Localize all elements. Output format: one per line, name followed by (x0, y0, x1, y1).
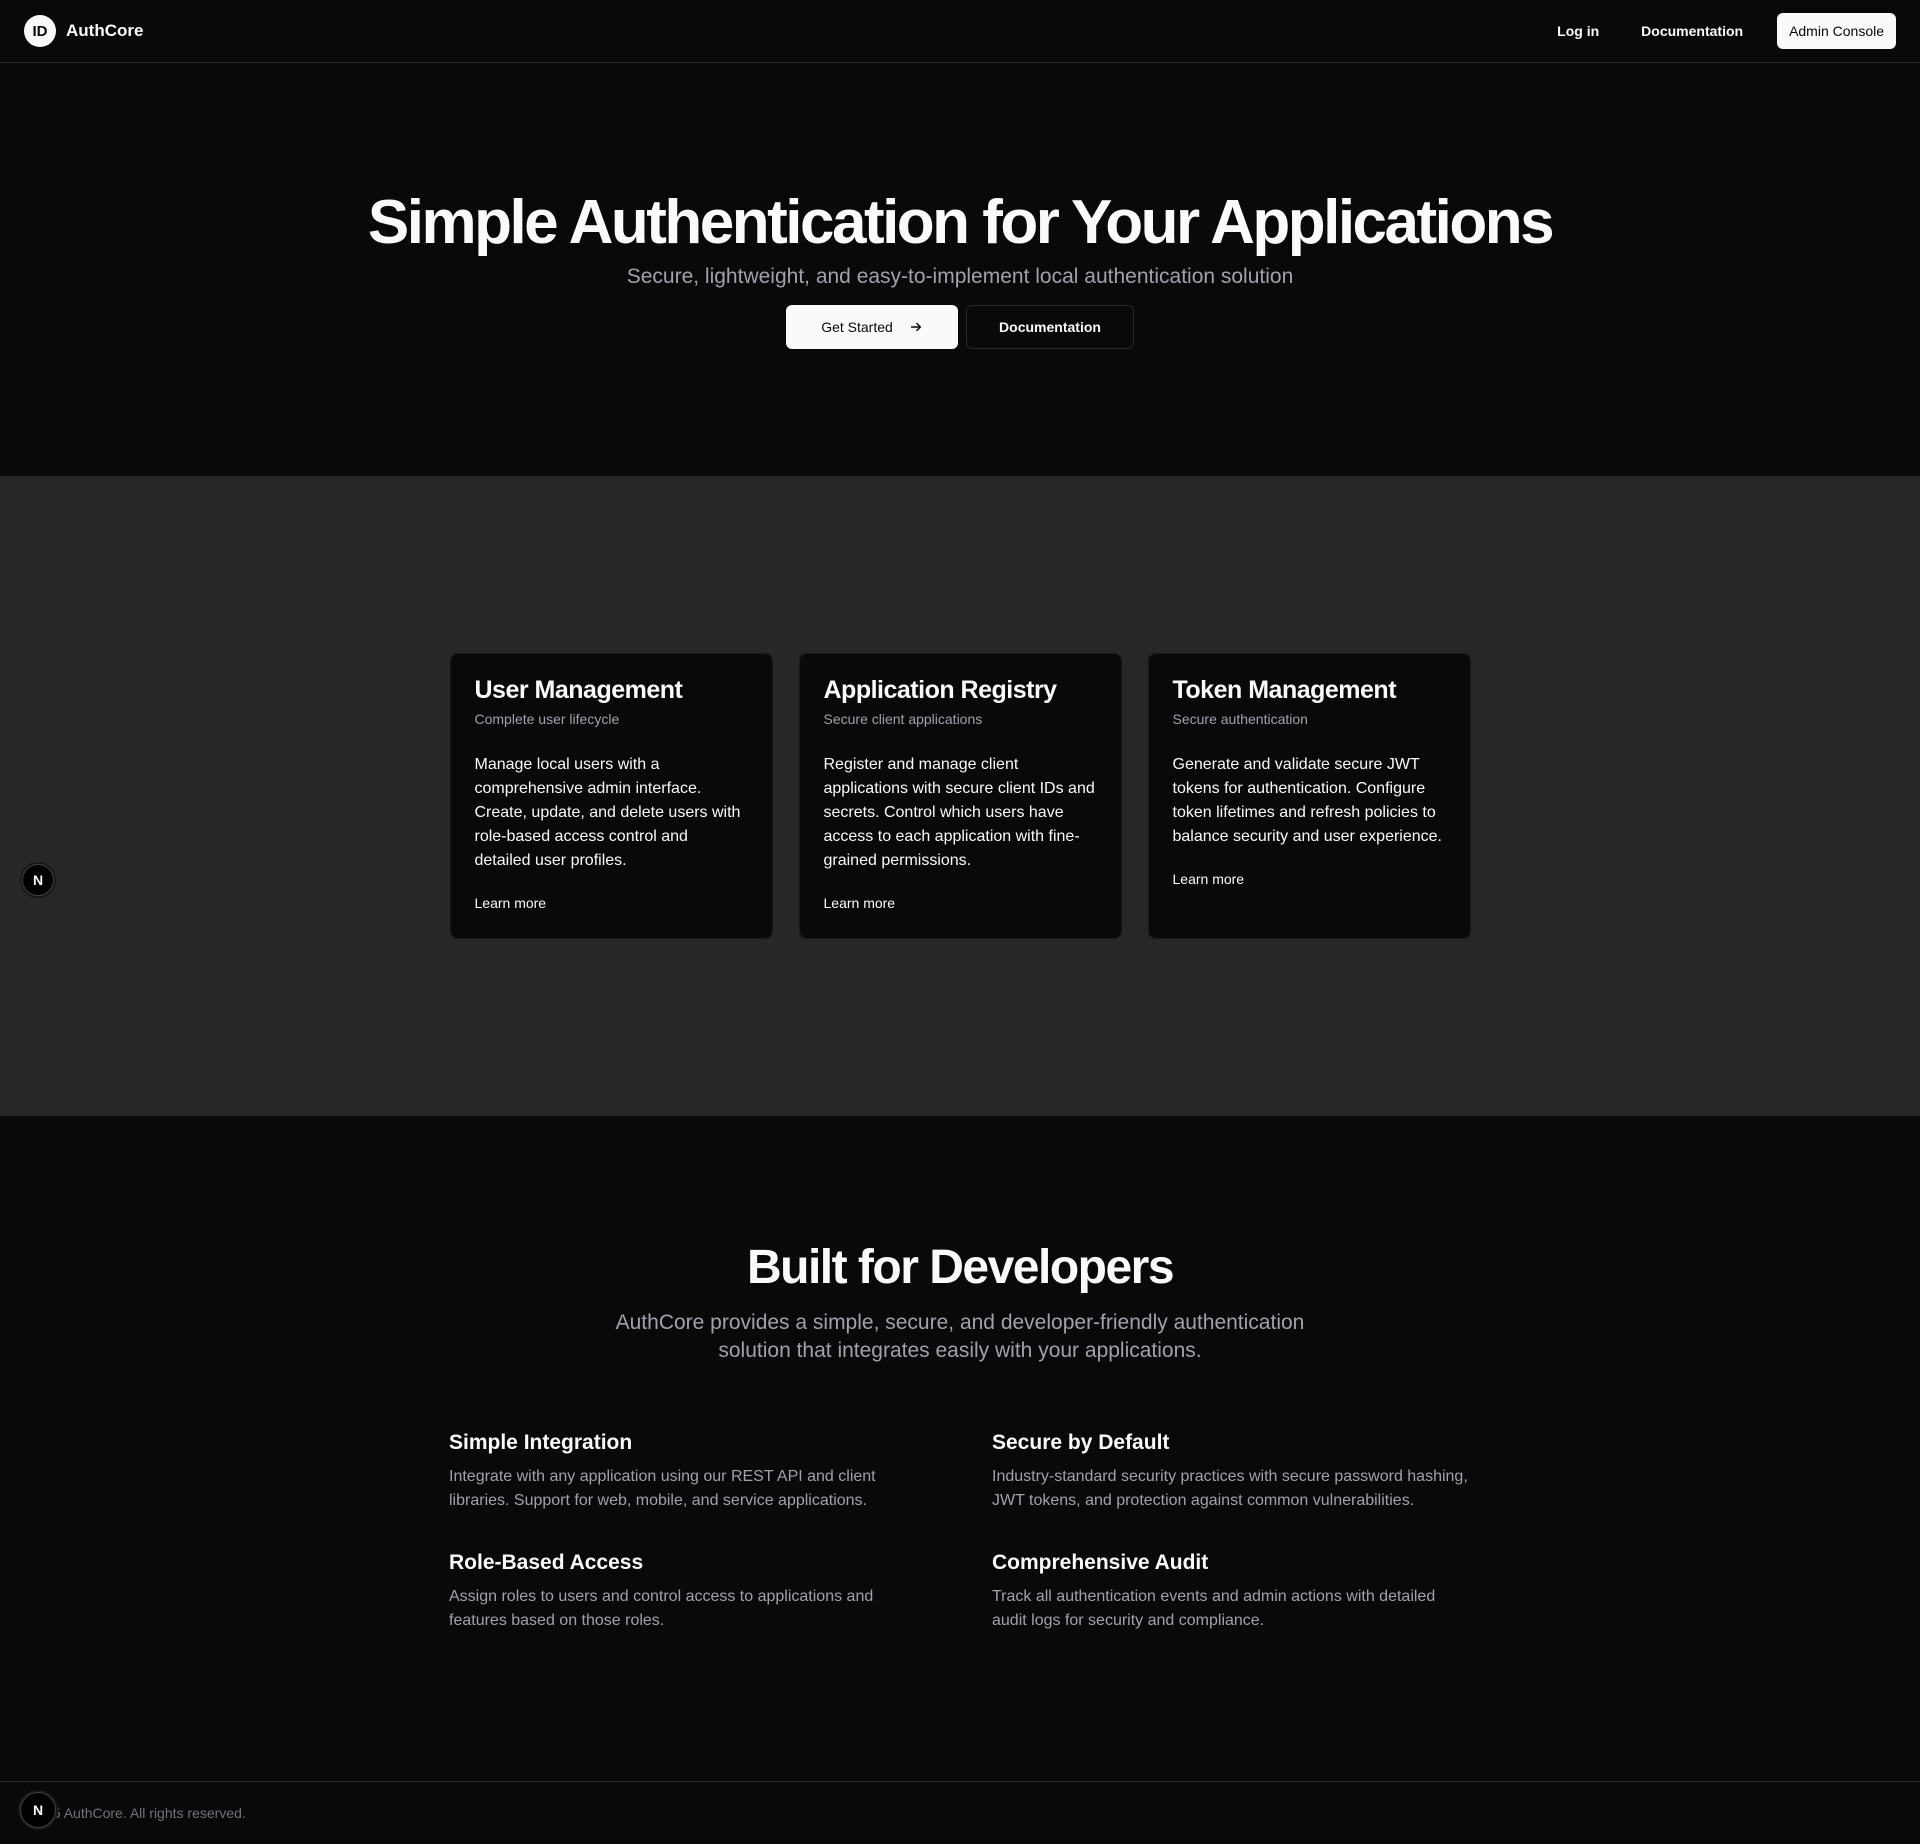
dev-item-body: Integrate with any application using our… (449, 1468, 876, 1509)
top-navbar: ID AuthCore Log in Documentation Admin C… (0, 0, 1920, 63)
dev-item-title: Simple Integration (449, 1431, 633, 1454)
arrow-right-icon (910, 322, 921, 332)
dev-item-title: Comprehensive Audit (992, 1551, 1209, 1574)
card-title: Application Registry (823, 676, 1058, 704)
learn-more-link[interactable]: Learn more (824, 895, 1097, 911)
dev-item-comprehensive-audit: Comprehensive Audit Track all authentica… (992, 1551, 1471, 1633)
feature-card-token-management: Token Management Secure authentication G… (1147, 653, 1471, 939)
get-started-button[interactable]: Get Started (786, 305, 958, 350)
learn-more-link[interactable]: Learn more (1173, 871, 1446, 887)
footer-copyright: 25 AuthCore. All rights reserved. (45, 1805, 246, 1821)
learn-more-link[interactable]: Learn more (475, 895, 748, 911)
hero-actions: Get Started Documentation (786, 305, 1134, 350)
card-title: Token Management (1172, 676, 1397, 704)
feature-card-application-registry: Application Registry Secure client appli… (798, 653, 1122, 939)
admin-console-button[interactable]: Admin Console (1777, 13, 1896, 49)
dev-item-simple-integration: Simple Integration Integrate with any ap… (449, 1431, 928, 1513)
developers-grid: Simple Integration Integrate with any ap… (449, 1431, 1471, 1633)
brand-logo-icon: ID (24, 15, 56, 47)
dev-item-body: Industry-standard security practices wit… (992, 1468, 1468, 1509)
dev-item-role-based-access: Role-Based Access Assign roles to users … (449, 1551, 928, 1633)
dev-item-secure-by-default: Secure by Default Industry-standard secu… (992, 1431, 1471, 1513)
developers-subtitle: AuthCore provides a simple, secure, and … (615, 1311, 1305, 1362)
top-nav: Log in Documentation Admin Console (1541, 13, 1896, 49)
feature-card-user-management: User Management Complete user lifecycle … (449, 653, 773, 939)
documentation-link[interactable]: Documentation (1625, 13, 1759, 49)
page: ID AuthCore Log in Documentation Admin C… (0, 0, 1920, 1844)
features-section: User Management Complete user lifecycle … (0, 476, 1920, 1116)
developers-section: Built for Developers AuthCore provides a… (0, 1116, 1920, 1781)
developers-title: Built for Developers (746, 1241, 1175, 1294)
hero-subtitle: Secure, lightweight, and easy-to-impleme… (626, 265, 1294, 289)
dev-item-body: Track all authentication events and admi… (992, 1588, 1436, 1629)
card-title: User Management (474, 676, 683, 704)
get-started-label: Get Started (821, 319, 893, 336)
card-description: Manage local users with a comprehensive … (474, 756, 741, 869)
dev-item-body: Assign roles to users and control access… (449, 1588, 874, 1629)
brand[interactable]: ID AuthCore (24, 15, 143, 47)
hero-section: Simple Authentication for Your Applicati… (0, 63, 1920, 476)
card-description: Register and manage client applications … (823, 756, 1095, 869)
dev-item-title: Secure by Default (992, 1431, 1170, 1454)
nextjs-icon[interactable]: N (20, 1792, 56, 1828)
card-subtitle: Complete user lifecycle (474, 711, 620, 727)
dev-item-title: Role-Based Access (449, 1551, 644, 1574)
brand-name: AuthCore (66, 21, 144, 40)
hero-title: Simple Authentication for Your Applicati… (367, 188, 1555, 257)
nextjs-icon[interactable]: N (22, 864, 54, 896)
hero-documentation-button[interactable]: Documentation (966, 305, 1134, 350)
card-subtitle: Secure authentication (1172, 711, 1308, 727)
card-description: Generate and validate secure JWT tokens … (1172, 756, 1443, 845)
login-link[interactable]: Log in (1541, 13, 1615, 49)
card-subtitle: Secure client applications (823, 711, 983, 727)
footer: 25 AuthCore. All rights reserved. N (0, 1781, 1920, 1844)
